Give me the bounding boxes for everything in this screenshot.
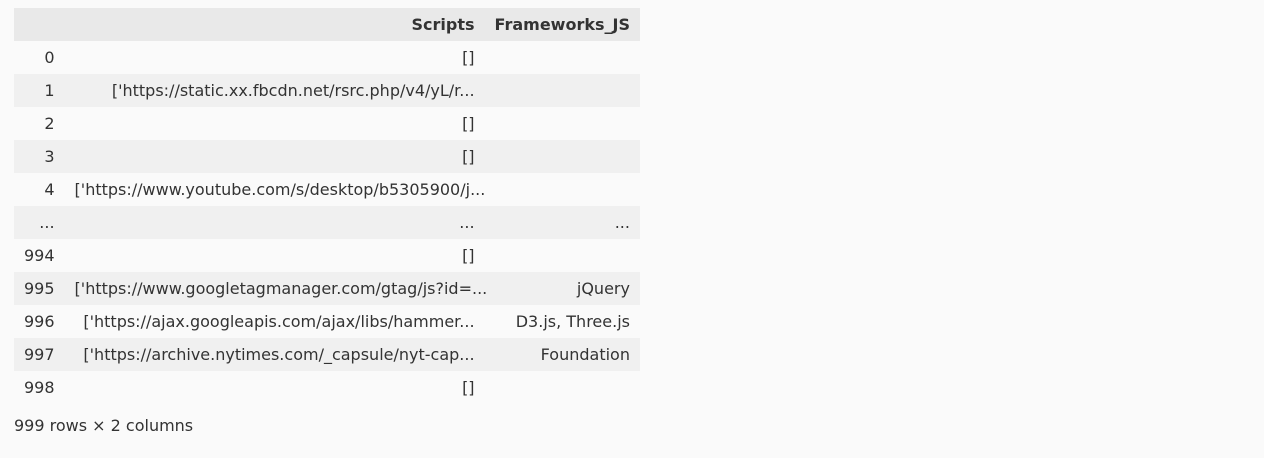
cell-frameworks xyxy=(485,371,640,404)
cell-scripts: ['https://archive.nytimes.com/_capsule/n… xyxy=(83,345,475,364)
column-header-scripts: Scripts xyxy=(64,8,485,41)
dataframe-table: Scripts Frameworks_JS 0 [] 1 ['https://s… xyxy=(14,8,640,404)
dataframe-shape-text: 999 rows × 2 columns xyxy=(14,416,194,435)
column-header-frameworks-js: Frameworks_JS xyxy=(484,8,640,41)
row-index: 997 xyxy=(24,345,55,364)
row-index: 3 xyxy=(44,147,55,166)
cell-frameworks xyxy=(485,140,640,173)
cell-frameworks xyxy=(485,239,640,272)
row-index: 995 xyxy=(24,279,55,298)
cell-frameworks xyxy=(485,107,640,140)
table-row: 998 [] xyxy=(14,371,640,404)
dataframe-output: Scripts Frameworks_JS 0 [] 1 ['https://s… xyxy=(14,8,640,435)
row-index: 0 xyxy=(44,48,55,67)
row-index: 4 xyxy=(44,180,55,199)
cell-frameworks xyxy=(485,173,640,206)
row-index: ... xyxy=(39,213,55,232)
cell-scripts: ['https://static.xx.fbcdn.net/rsrc.php/v… xyxy=(111,81,475,100)
cell-scripts: ['https://ajax.googleapis.com/ajax/libs/… xyxy=(83,312,475,331)
cell-frameworks: ... xyxy=(614,213,630,232)
table-row: 2 [] xyxy=(14,107,640,140)
cell-scripts: ['https://www.youtube.com/s/desktop/b530… xyxy=(74,180,486,199)
row-index: 1 xyxy=(44,81,55,100)
table-row-ellipsis: ... ... ... xyxy=(14,206,640,239)
table-row: 1 ['https://static.xx.fbcdn.net/rsrc.php… xyxy=(14,74,640,107)
table-header-row: Scripts Frameworks_JS xyxy=(14,8,640,41)
cell-frameworks: Foundation xyxy=(540,345,630,364)
cell-scripts: [] xyxy=(462,147,475,166)
cell-frameworks: jQuery xyxy=(576,279,630,298)
cell-scripts: [] xyxy=(462,378,475,397)
cell-frameworks xyxy=(485,74,640,107)
row-index: 2 xyxy=(44,114,55,133)
cell-scripts: ... xyxy=(459,213,475,232)
table-row: 4 ['https://www.youtube.com/s/desktop/b5… xyxy=(14,173,640,206)
row-index: 998 xyxy=(24,378,55,397)
index-header xyxy=(14,8,65,41)
cell-scripts: [] xyxy=(462,246,475,265)
table-row: 995 ['https://www.googletagmanager.com/g… xyxy=(14,272,640,305)
table-row: 994 [] xyxy=(14,239,640,272)
table-row: 996 ['https://ajax.googleapis.com/ajax/l… xyxy=(14,305,640,338)
cell-scripts: ['https://www.googletagmanager.com/gtag/… xyxy=(74,279,488,298)
table-row: 3 [] xyxy=(14,140,640,173)
row-index: 996 xyxy=(24,312,55,331)
cell-scripts: [] xyxy=(462,48,475,67)
row-index: 994 xyxy=(24,246,55,265)
table-row: 997 ['https://archive.nytimes.com/_capsu… xyxy=(14,338,640,371)
cell-frameworks: D3.js, Three.js xyxy=(515,312,630,331)
cell-scripts: [] xyxy=(462,114,475,133)
cell-frameworks xyxy=(485,41,640,74)
table-row: 0 [] xyxy=(14,41,640,74)
